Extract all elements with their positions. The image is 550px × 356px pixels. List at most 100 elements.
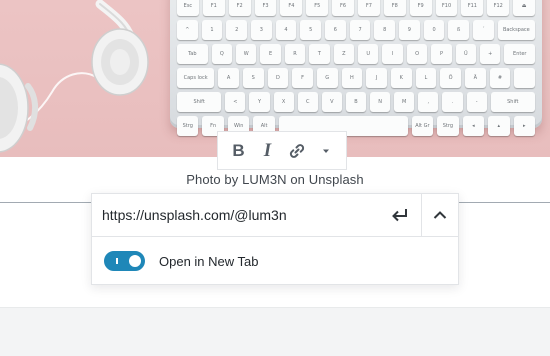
link-settings-toggle-button[interactable]	[421, 194, 458, 236]
keyboard-image: Esc F1 F2 F3 F4 F5 F6 F7 F8 F9 F10 F11 F12 ⏏ ^ 1 2 3 4 5 6 7 8…	[170, 0, 542, 136]
italic-button[interactable]: I	[256, 139, 280, 163]
keyboard-key: R	[284, 44, 306, 64]
more-formats-button[interactable]	[314, 139, 338, 163]
keyboard-key: J	[366, 68, 387, 88]
keyboard-key: Ä	[464, 68, 486, 88]
keyboard-key: F10	[435, 0, 458, 16]
keyboard-key: F2	[228, 0, 251, 16]
keyboard-key: 4	[275, 20, 297, 40]
link-icon	[289, 143, 304, 158]
image-caption[interactable]: Photo by LUM3N on Unsplash	[0, 172, 550, 187]
keyboard-key: N	[370, 92, 391, 112]
keyboard-key: 5	[300, 20, 322, 40]
keyboard-key: Tab	[177, 44, 208, 64]
keyboard-key: -	[466, 92, 487, 112]
keyboard-key: B	[345, 92, 367, 112]
keyboard-row: Caps lock A S D F G H J K L Ö Ä #	[177, 68, 535, 88]
keyboard-key: Esc	[177, 0, 199, 16]
keyboard-row: Shift < Y X C V B N M,. - Shift	[177, 92, 535, 112]
keyboard-key: F4	[280, 0, 303, 16]
keyboard-key	[514, 68, 535, 88]
keyboard-key: 8	[374, 20, 396, 40]
keyboard-key: .	[442, 92, 463, 112]
keyboard-key: P	[431, 44, 452, 64]
keyboard-key: 7	[349, 20, 371, 40]
bold-button[interactable]: B	[227, 139, 251, 163]
editor-bottom-area	[0, 307, 550, 356]
keyboard-key: Shift	[490, 92, 535, 112]
block-divider	[0, 202, 92, 203]
keyboard-key: ^	[177, 20, 198, 40]
keyboard-key: Alt Gr	[411, 116, 434, 136]
headphones-illustration	[0, 0, 149, 153]
keyboard-key: 6	[325, 20, 346, 40]
keyboard-key: Enter	[504, 44, 536, 64]
keyboard-key: T	[309, 44, 330, 64]
keyboard-key: F6	[332, 0, 355, 16]
keyboard-key: Q	[211, 44, 232, 64]
keyboard-row: Tab Q W E R T Z U I O P Ü + Enter	[177, 44, 536, 64]
keyboard-key: ,	[418, 92, 439, 112]
keyboard-key: Z	[333, 44, 355, 64]
keyboard-key: +	[480, 44, 501, 64]
link-url-input[interactable]	[92, 194, 379, 236]
keyboard-key: <	[225, 92, 246, 112]
keyboard-key: 0	[423, 20, 445, 40]
keyboard-key: S	[242, 68, 264, 88]
keyboard-key: 3	[251, 20, 272, 40]
toggle-on-indicator	[116, 258, 118, 264]
keyboard-key: ▸	[513, 116, 536, 136]
keyboard-key: I	[382, 44, 403, 64]
keyboard-key: C	[297, 92, 318, 112]
keyboard-key: F3	[254, 0, 277, 16]
keyboard-key: Strg	[177, 116, 199, 136]
keyboard-key: ◂	[462, 116, 485, 136]
keyboard-key: E	[260, 44, 281, 64]
keyboard-key: ´	[473, 20, 494, 40]
open-in-new-tab-label[interactable]: Open in New Tab	[159, 254, 259, 269]
link-button[interactable]	[285, 139, 309, 163]
keyboard-key: 9	[399, 20, 420, 40]
keyboard-row: Esc F1 F2 F3 F4 F5 F6 F7 F8 F9 F10 F11 F12 ⏏	[177, 0, 536, 16]
keyboard-key: ß	[448, 20, 470, 40]
keyboard-key: D	[267, 68, 289, 88]
keyboard-key: F11	[461, 0, 484, 16]
link-url-row	[92, 194, 458, 237]
keyboard-key: F5	[306, 0, 329, 16]
caret-down-icon	[322, 149, 329, 153]
keyboard-key: X	[273, 92, 294, 112]
keyboard-key: G	[316, 68, 338, 88]
keyboard-key: Strg	[437, 116, 459, 136]
keyboard-key: Backspace	[497, 20, 535, 40]
keyboard-key: #	[489, 68, 511, 88]
keyboard-key: F9	[409, 0, 432, 16]
keyboard-key: K	[390, 68, 412, 88]
keyboard-row: ^ 1 2 3 4 5 6 7 8 9 0 ß ´ Backspace	[177, 20, 535, 40]
keyboard-key: A	[218, 68, 239, 88]
apply-link-button[interactable]	[379, 194, 421, 236]
keyboard-key: F1	[202, 0, 225, 16]
keyboard-key: 1	[201, 20, 223, 40]
keyboard-key: U	[358, 44, 379, 64]
keyboard-key: Caps lock	[177, 68, 215, 88]
keyboard-key: Y	[249, 92, 270, 112]
format-toolbar: B I	[217, 131, 347, 170]
chevron-up-icon	[433, 211, 447, 219]
keyboard-key: W	[236, 44, 257, 64]
keyboard-key: F	[292, 68, 313, 88]
enter-arrow-icon	[392, 209, 407, 222]
keyboard-key: L	[415, 68, 437, 88]
toggle-knob	[129, 255, 141, 267]
link-popover: Open in New Tab	[91, 193, 459, 285]
keyboard-key: Ö	[440, 68, 461, 88]
keyboard-key: H	[341, 68, 363, 88]
open-in-new-tab-toggle[interactable]	[104, 251, 145, 271]
block-divider	[458, 202, 550, 203]
keyboard-key: F8	[383, 0, 406, 16]
keyboard-key: F12	[487, 0, 510, 16]
keyboard-key: ⏏	[513, 0, 536, 16]
keyboard-key: F7	[358, 0, 380, 16]
keyboard-key: Ü	[455, 44, 477, 64]
keyboard-key: 2	[226, 20, 248, 40]
keyboard-key: ▴	[488, 116, 510, 136]
